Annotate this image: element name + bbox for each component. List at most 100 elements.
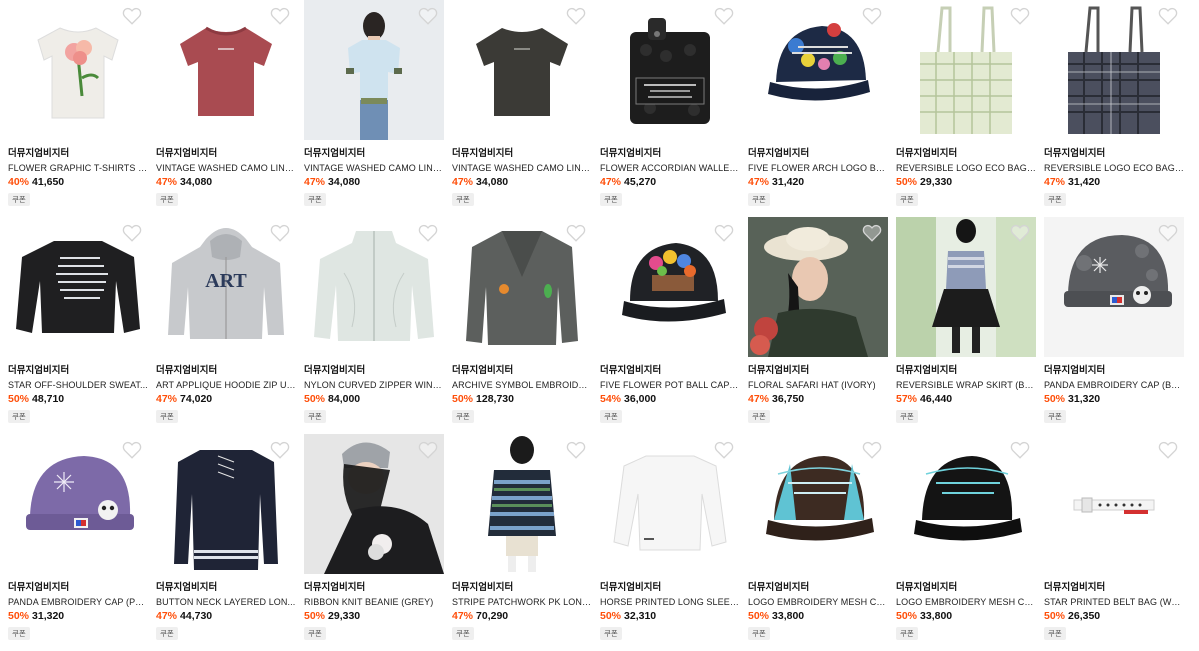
heart-icon[interactable] (862, 224, 882, 242)
brand-name[interactable]: 더뮤지엄비지터 (304, 582, 444, 594)
heart-icon[interactable] (566, 7, 586, 25)
product-card-6[interactable]: 더뮤지엄비지터 FIVE FLOWER ARCH LOGO BA... 47% 3… (748, 0, 888, 217)
brand-name[interactable]: 더뮤지엄비지터 (600, 365, 740, 377)
heart-icon[interactable] (862, 441, 882, 459)
product-name[interactable]: PANDA EMBROIDERY CAP (BL... (1044, 379, 1184, 391)
product-name[interactable]: REVERSIBLE LOGO ECO BAG (... (1044, 162, 1184, 174)
brand-name[interactable]: 더뮤지엄비지터 (896, 365, 1036, 377)
product-card-7[interactable]: 더뮤지엄비지터 REVERSIBLE LOGO ECO BAG (... 50%… (896, 0, 1036, 217)
brand-name[interactable]: 더뮤지엄비지터 (452, 582, 592, 594)
product-image[interactable] (304, 434, 444, 574)
product-name[interactable]: FIVE FLOWER POT BALL CAP (... (600, 379, 740, 391)
brand-name[interactable]: 더뮤지엄비지터 (748, 148, 888, 160)
product-card-14[interactable]: 더뮤지엄비지터 FLORAL SAFARI HAT (IVORY) 47% 36,… (748, 217, 888, 434)
product-name[interactable]: STRIPE PATCHWORK PK LONG... (452, 596, 592, 608)
product-card-19[interactable]: 더뮤지엄비지터 RIBBON KNIT BEANIE (GREY) 50% 29,… (304, 434, 444, 651)
product-name[interactable]: HORSE PRINTED LONG SLEEV... (600, 596, 740, 608)
product-name[interactable]: LOGO EMBROIDERY MESH CA... (896, 596, 1036, 608)
brand-name[interactable]: 더뮤지엄비지터 (452, 148, 592, 160)
product-image[interactable] (896, 0, 1036, 140)
product-card-22[interactable]: 더뮤지엄비지터 LOGO EMBROIDERY MESH CA... 50% 33… (748, 434, 888, 651)
brand-name[interactable]: 더뮤지엄비지터 (156, 365, 296, 377)
heart-icon[interactable] (1158, 7, 1178, 25)
heart-icon[interactable] (122, 441, 142, 459)
heart-icon[interactable] (1010, 441, 1030, 459)
brand-name[interactable]: 더뮤지엄비지터 (8, 148, 148, 160)
product-image[interactable] (8, 0, 148, 140)
heart-icon[interactable] (418, 441, 438, 459)
heart-icon[interactable] (714, 441, 734, 459)
heart-icon[interactable] (714, 7, 734, 25)
product-name[interactable]: FIVE FLOWER ARCH LOGO BA... (748, 162, 888, 174)
brand-name[interactable]: 더뮤지엄비지터 (1044, 582, 1184, 594)
product-name[interactable]: REVERSIBLE WRAP SKIRT (BLA... (896, 379, 1036, 391)
product-image[interactable] (452, 217, 592, 357)
brand-name[interactable]: 더뮤지엄비지터 (896, 582, 1036, 594)
product-card-5[interactable]: 더뮤지엄비지터 FLOWER ACCORDIAN WALLET... 47% 45… (600, 0, 740, 217)
brand-name[interactable]: 더뮤지엄비지터 (304, 365, 444, 377)
product-image[interactable] (452, 0, 592, 140)
product-card-9[interactable]: 더뮤지엄비지터 STAR OFF-SHOULDER SWEAT... 50% 48… (8, 217, 148, 434)
product-name[interactable]: VINTAGE WASHED CAMO LINE... (156, 162, 296, 174)
product-card-21[interactable]: 더뮤지엄비지터 HORSE PRINTED LONG SLEEV... 50% 3… (600, 434, 740, 651)
product-name[interactable]: VINTAGE WASHED CAMO LINE... (452, 162, 592, 174)
heart-icon[interactable] (566, 224, 586, 242)
heart-icon[interactable] (418, 7, 438, 25)
brand-name[interactable]: 더뮤지엄비지터 (748, 365, 888, 377)
product-image[interactable] (748, 0, 888, 140)
product-image[interactable] (8, 434, 148, 574)
product-name[interactable]: REVERSIBLE LOGO ECO BAG (... (896, 162, 1036, 174)
product-card-24[interactable]: 더뮤지엄비지터 STAR PRINTED BELT BAG (WHI... 50… (1044, 434, 1184, 651)
brand-name[interactable]: 더뮤지엄비지터 (600, 582, 740, 594)
brand-name[interactable]: 더뮤지엄비지터 (896, 148, 1036, 160)
product-name[interactable]: STAR OFF-SHOULDER SWEAT... (8, 379, 148, 391)
product-card-2[interactable]: 더뮤지엄비지터 VINTAGE WASHED CAMO LINE... 47% 3… (156, 0, 296, 217)
product-name[interactable]: PANDA EMBROIDERY CAP (PU... (8, 596, 148, 608)
brand-name[interactable]: 더뮤지엄비지터 (1044, 365, 1184, 377)
product-name[interactable]: FLOWER ACCORDIAN WALLET... (600, 162, 740, 174)
product-name[interactable]: ART APPLIQUE HOODIE ZIP UP... (156, 379, 296, 391)
heart-icon[interactable] (1010, 7, 1030, 25)
product-card-4[interactable]: 더뮤지엄비지터 VINTAGE WASHED CAMO LINE... 47% 3… (452, 0, 592, 217)
product-card-13[interactable]: 더뮤지엄비지터 FIVE FLOWER POT BALL CAP (... 54… (600, 217, 740, 434)
product-image[interactable] (1044, 0, 1184, 140)
product-image[interactable] (1044, 434, 1184, 574)
brand-name[interactable]: 더뮤지엄비지터 (748, 582, 888, 594)
product-card-20[interactable]: 더뮤지엄비지터 STRIPE PATCHWORK PK LONG... 47% 7… (452, 434, 592, 651)
heart-icon[interactable] (714, 224, 734, 242)
brand-name[interactable]: 더뮤지엄비지터 (156, 148, 296, 160)
heart-icon[interactable] (270, 441, 290, 459)
product-name[interactable]: VINTAGE WASHED CAMO LINE... (304, 162, 444, 174)
product-card-17[interactable]: 더뮤지엄비지터 PANDA EMBROIDERY CAP (PU... 50% 3… (8, 434, 148, 651)
heart-icon[interactable] (862, 7, 882, 25)
brand-name[interactable]: 더뮤지엄비지터 (1044, 148, 1184, 160)
brand-name[interactable]: 더뮤지엄비지터 (452, 365, 592, 377)
heart-icon[interactable] (122, 7, 142, 25)
product-card-10[interactable]: ART 더뮤지엄비지터 ART APPLIQUE HOODIE ZIP UP..… (156, 217, 296, 434)
product-name[interactable]: NYLON CURVED ZIPPER WIND... (304, 379, 444, 391)
product-card-11[interactable]: 더뮤지엄비지터 NYLON CURVED ZIPPER WIND... 50% 8… (304, 217, 444, 434)
product-card-1[interactable]: 더뮤지엄비지터 FLOWER GRAPHIC T-SHIRTS (... 40%… (8, 0, 148, 217)
product-image[interactable] (896, 434, 1036, 574)
heart-icon[interactable] (270, 224, 290, 242)
brand-name[interactable]: 더뮤지엄비지터 (8, 582, 148, 594)
brand-name[interactable]: 더뮤지엄비지터 (304, 148, 444, 160)
product-name[interactable]: FLORAL SAFARI HAT (IVORY) (748, 379, 888, 391)
heart-icon[interactable] (1010, 224, 1030, 242)
heart-icon[interactable] (566, 441, 586, 459)
product-image[interactable] (748, 434, 888, 574)
product-name[interactable]: FLOWER GRAPHIC T-SHIRTS (... (8, 162, 148, 174)
product-card-8[interactable]: 더뮤지엄비지터 REVERSIBLE LOGO ECO BAG (... 47%… (1044, 0, 1184, 217)
product-image[interactable] (304, 217, 444, 357)
product-image[interactable] (1044, 217, 1184, 357)
product-image[interactable] (748, 217, 888, 357)
heart-icon[interactable] (1158, 224, 1178, 242)
product-name[interactable]: RIBBON KNIT BEANIE (GREY) (304, 596, 444, 608)
heart-icon[interactable] (1158, 441, 1178, 459)
product-image[interactable] (8, 217, 148, 357)
product-image[interactable] (600, 217, 740, 357)
product-card-18[interactable]: 더뮤지엄비지터 BUTTON NECK LAYERED LON... 47% 44… (156, 434, 296, 651)
product-card-23[interactable]: 더뮤지엄비지터 LOGO EMBROIDERY MESH CA... 50% 33… (896, 434, 1036, 651)
heart-icon[interactable] (270, 7, 290, 25)
product-name[interactable]: LOGO EMBROIDERY MESH CA... (748, 596, 888, 608)
